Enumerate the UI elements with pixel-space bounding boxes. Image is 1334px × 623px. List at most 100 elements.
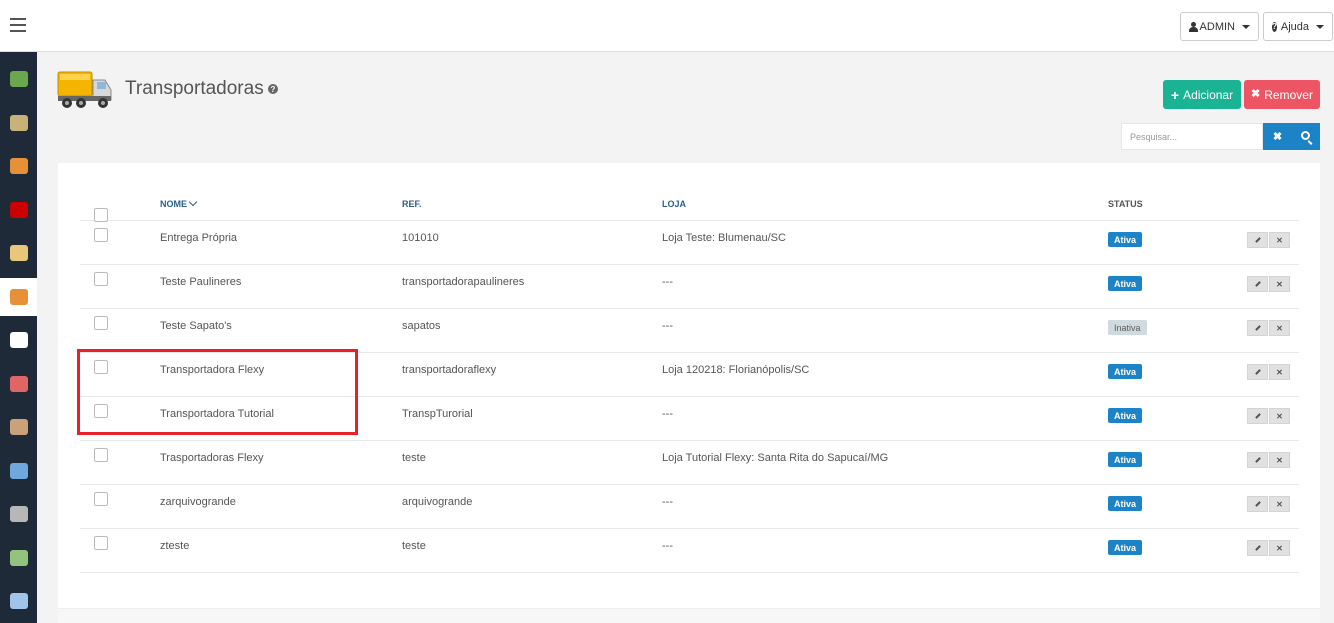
help-dropdown-button[interactable]: ? Ajuda: [1263, 12, 1333, 41]
customers-icon: [9, 375, 28, 392]
row-checkbox[interactable]: [94, 448, 108, 462]
delete-button[interactable]: ✕: [1269, 232, 1290, 248]
row-actions: ✕: [1247, 408, 1290, 424]
cell-loja: Loja Tutorial Flexy: Santa Rita do Sapuc…: [662, 452, 889, 464]
chevron-down-icon: [188, 197, 198, 207]
cell-nome: Teste Sapato's: [160, 320, 232, 332]
row-actions: ✕: [1247, 364, 1290, 380]
row-checkbox[interactable]: [94, 536, 108, 550]
sidebar-item-box[interactable]: [0, 147, 37, 185]
delete-button[interactable]: ✕: [1269, 452, 1290, 468]
edit-button[interactable]: [1247, 320, 1268, 336]
search-input[interactable]: [1121, 123, 1263, 150]
delete-button[interactable]: ✕: [1269, 320, 1290, 336]
sidebar-item-chart[interactable]: [0, 539, 37, 577]
sidebar-item-card[interactable]: [0, 234, 37, 272]
gallery-icon: [9, 593, 28, 609]
sidebar-item-image[interactable]: [0, 452, 37, 490]
cell-ref: teste: [402, 540, 426, 552]
delete-button[interactable]: ✕: [1269, 408, 1290, 424]
cell-loja: ---: [662, 276, 673, 288]
delete-button[interactable]: ✕: [1269, 540, 1290, 556]
add-button[interactable]: + Adicionar: [1163, 80, 1241, 109]
select-all-checkbox[interactable]: [94, 208, 108, 222]
edit-button[interactable]: [1247, 540, 1268, 556]
pencil-icon: [1254, 413, 1261, 419]
status-badge: Ativa: [1108, 540, 1143, 555]
remove-button-label: Remover: [1264, 87, 1313, 102]
edit-button[interactable]: [1247, 496, 1268, 512]
help-label: Ajuda: [1280, 20, 1310, 33]
sidebar-item-truck[interactable]: [0, 277, 37, 316]
row-checkbox[interactable]: [94, 316, 108, 330]
sidebar-item-discount[interactable]: [0, 191, 37, 229]
edit-button[interactable]: [1247, 276, 1268, 292]
column-header-nome[interactable]: NOME: [160, 197, 198, 209]
close-icon: ✖: [1251, 88, 1261, 100]
admin-dropdown-button[interactable]: ADMIN: [1180, 12, 1259, 41]
question-icon: ?: [1272, 21, 1277, 32]
user-icon: [1189, 21, 1198, 32]
panel-footer: [58, 608, 1320, 623]
row-checkbox[interactable]: [94, 228, 108, 242]
chart-icon: [9, 549, 28, 566]
sidebar: [0, 52, 37, 623]
edit-button[interactable]: [1247, 364, 1268, 380]
column-header-status: STATUS: [1108, 199, 1143, 209]
sidebar-item-product[interactable]: [0, 104, 37, 142]
remove-button[interactable]: ✖ Remover: [1244, 80, 1320, 109]
top-navbar: ADMIN ? Ajuda: [0, 0, 1334, 52]
edit-button[interactable]: [1247, 232, 1268, 248]
row-checkbox[interactable]: [94, 360, 108, 374]
admin-label: ADMIN: [1199, 20, 1235, 33]
caret-down-icon: [1242, 24, 1250, 29]
sidebar-item-document[interactable]: [0, 321, 37, 359]
cell-nome: zteste: [160, 540, 190, 552]
edit-button[interactable]: [1247, 452, 1268, 468]
row-checkbox[interactable]: [94, 492, 108, 506]
delete-button[interactable]: ✕: [1269, 276, 1290, 292]
close-icon: ✕: [1276, 411, 1283, 421]
sidebar-item-user[interactable]: [0, 408, 37, 446]
sidebar-item-bag[interactable]: [0, 60, 37, 98]
document-icon: [9, 332, 28, 348]
row-actions: ✕: [1247, 540, 1290, 556]
bag-icon: [9, 71, 28, 87]
column-header-loja[interactable]: LOJA: [662, 199, 686, 209]
truck-icon: [57, 71, 112, 108]
table-row: Entrega Própria 101010 Loja Teste: Blumena…: [80, 221, 1299, 265]
column-header-ref[interactable]: REF.: [402, 199, 422, 209]
row-actions: ✕: [1247, 276, 1290, 292]
row-actions: ✕: [1247, 320, 1290, 336]
plus-icon: +: [1170, 86, 1180, 103]
cell-ref: transportadoraflexy: [402, 364, 497, 376]
pencil-icon: [1254, 237, 1261, 243]
pencil-icon: [1254, 281, 1261, 287]
cell-ref: teste: [402, 452, 426, 464]
box-icon: [9, 158, 28, 174]
server-icon: [9, 506, 28, 522]
cell-nome: zarquivogrande: [160, 496, 236, 508]
clear-search-button[interactable]: ✖: [1263, 123, 1292, 150]
table-row: Teste Paulineres transportadorapaulineres…: [80, 265, 1299, 309]
row-checkbox[interactable]: [94, 272, 108, 286]
cell-loja: ---: [662, 496, 673, 508]
delete-button[interactable]: ✕: [1269, 496, 1290, 512]
row-actions: ✕: [1247, 452, 1290, 468]
row-checkbox[interactable]: [94, 404, 108, 418]
search-icon: [1300, 131, 1310, 140]
menu-icon[interactable]: [10, 18, 26, 32]
sidebar-item-customers[interactable]: [0, 365, 37, 403]
search-button[interactable]: [1292, 123, 1320, 150]
cell-nome: Entrega Própria: [160, 232, 238, 244]
cell-loja: Loja 120218: Florianópolis/SC: [662, 364, 810, 376]
help-icon[interactable]: ?: [268, 84, 278, 94]
close-icon: ✕: [1276, 323, 1283, 333]
cell-nome: Transportadora Tutorial: [160, 408, 274, 420]
sidebar-item-gallery[interactable]: [0, 582, 37, 620]
delete-button[interactable]: ✕: [1269, 364, 1290, 380]
edit-button[interactable]: [1247, 408, 1268, 424]
status-badge: Ativa: [1108, 232, 1143, 247]
table-row: Teste Sapato's sapatos --- Inativa ✕: [80, 309, 1299, 353]
sidebar-item-server[interactable]: [0, 495, 37, 533]
